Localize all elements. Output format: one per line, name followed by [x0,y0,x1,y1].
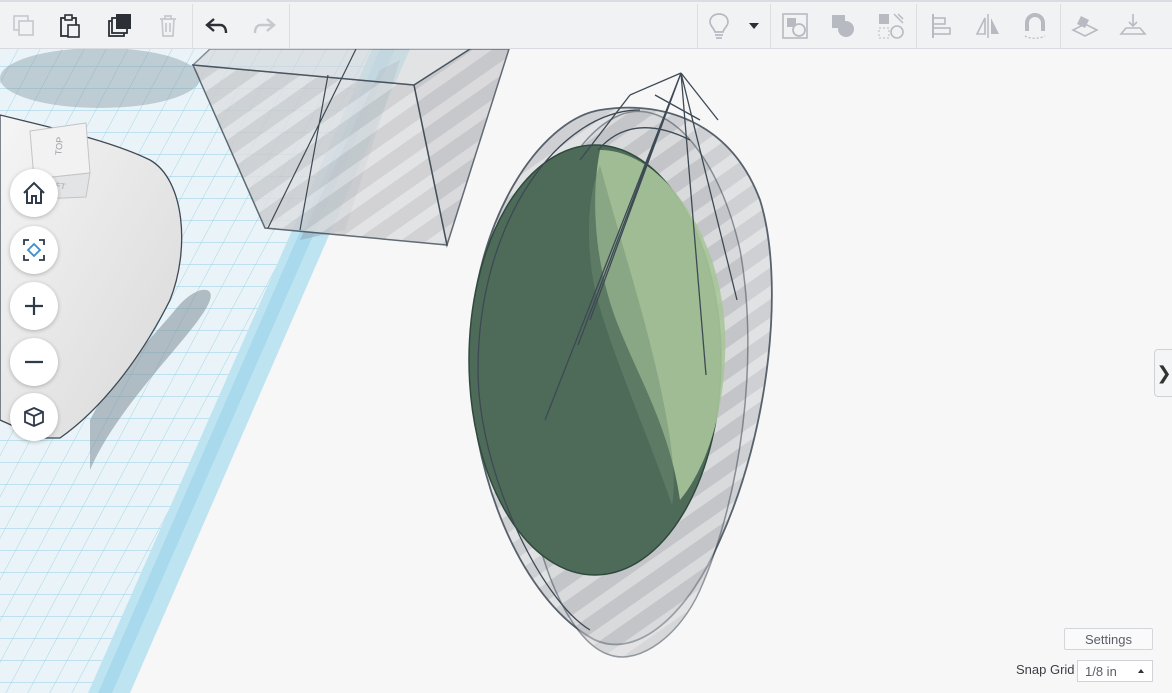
home-view-button[interactable] [10,169,58,217]
scene-svg [0,49,773,693]
mirror-icon [975,14,999,38]
copy-button[interactable] [4,6,44,46]
fit-view-icon [23,239,45,261]
notes-button[interactable] [699,6,739,46]
duplicate-icon [108,14,131,37]
caret-up-icon [1138,669,1144,673]
delete-button[interactable] [148,6,188,46]
collapse-panel-tab[interactable]: ❯ [1154,349,1172,397]
ungroup-button[interactable] [823,6,863,46]
chevron-down-icon [749,23,759,29]
align-icon [932,14,951,38]
toolbar-separator [916,4,917,48]
perspective-button[interactable] [10,393,58,441]
notes-dropdown-button[interactable] [741,6,767,46]
toolbar-separator [770,4,771,48]
fit-view-button[interactable] [10,226,58,274]
snap-grid-value: 1/8 in [1085,663,1117,679]
ruler-button[interactable] [1113,6,1153,46]
paste-button[interactable] [50,6,90,46]
undo-icon [205,18,228,34]
toolbar-separator [697,4,698,48]
workplane-viewport[interactable]: TOP LEFT [0,49,1172,693]
ungroup-icon [832,15,854,37]
redo-icon [253,18,276,34]
paste-icon [60,14,80,38]
copy-icon [13,15,34,36]
hole-solid-icon [878,13,904,39]
ruler-icon [1119,14,1147,35]
workplane-icon [1071,16,1099,37]
mirror-button[interactable] [968,6,1008,46]
toolbar-separator [1060,4,1061,48]
zoom-out-button[interactable] [10,338,58,386]
cruise-button[interactable] [1015,6,1055,46]
group-button[interactable] [775,6,815,46]
zoom-in-button[interactable] [10,282,58,330]
magnet-icon [1024,13,1046,39]
settings-button[interactable]: Settings [1064,628,1153,650]
duplicate-button[interactable] [100,6,140,46]
toolbar-separator [192,4,193,48]
toolbar [0,0,1172,49]
align-button[interactable] [921,6,961,46]
home-icon [23,181,45,204]
redo-button[interactable] [244,6,284,46]
zoom-in-icon [25,297,43,315]
lightbulb-icon [709,13,729,39]
zoom-out-icon [25,360,43,364]
group-icon [782,13,808,39]
hole-solid-button[interactable] [871,6,911,46]
view-cube-top-label: TOP [53,136,65,156]
toolbar-separator [289,4,290,48]
snap-grid-select[interactable]: 1/8 in [1077,660,1153,682]
snap-grid-label: Snap Grid [1016,662,1075,677]
chevron-right-icon: ❯ [1156,362,1172,384]
trash-icon [160,15,176,37]
workplane-button[interactable] [1065,6,1105,46]
perspective-icon [24,407,44,427]
undo-button[interactable] [197,6,237,46]
shadow [0,49,200,108]
